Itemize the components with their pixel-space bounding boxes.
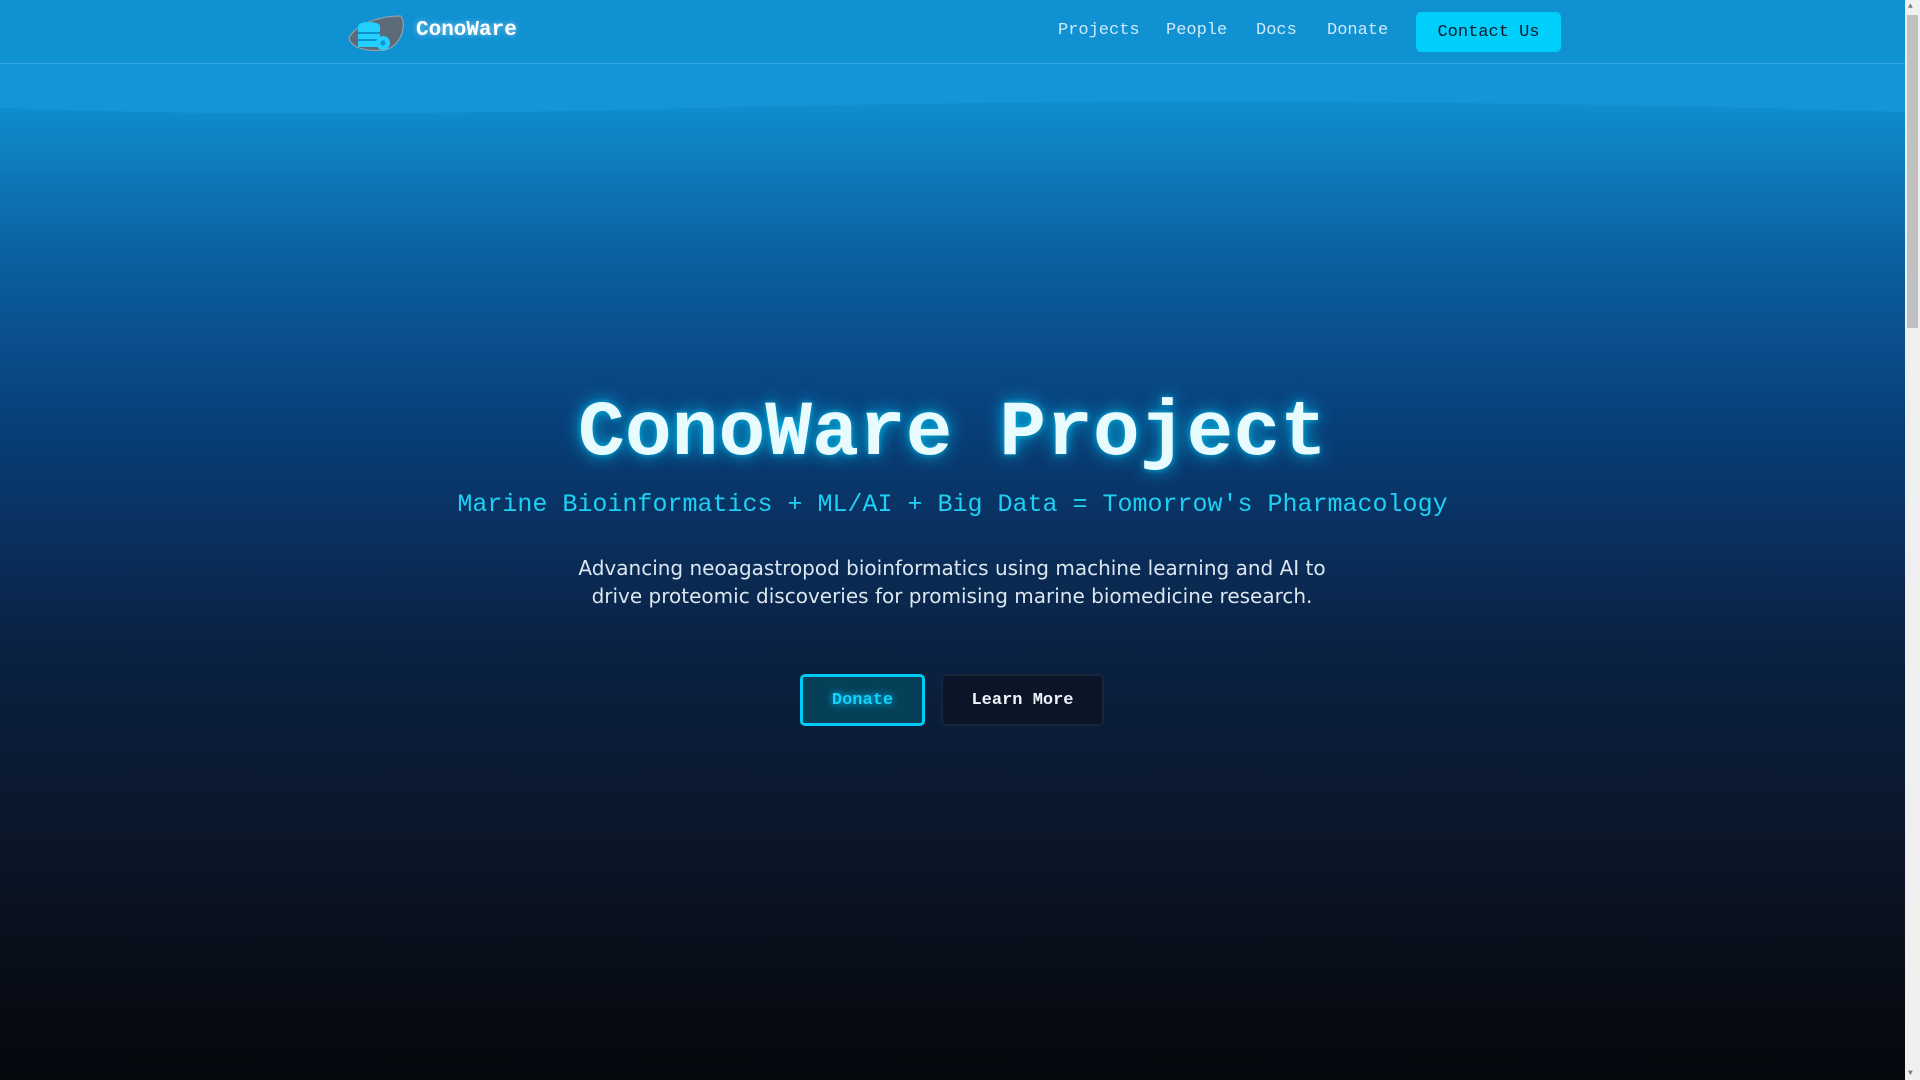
brand-name[interactable]: ConoWare [416, 19, 517, 42]
logo-icon[interactable] [345, 12, 407, 54]
donate-button[interactable]: Donate [800, 674, 925, 726]
nav-docs[interactable]: Docs [1256, 21, 1297, 40]
learn-more-button[interactable]: Learn More [941, 674, 1104, 726]
scroll-down-icon[interactable]: ▼ [1908, 1069, 1913, 1078]
nav-people[interactable]: People [1166, 21, 1227, 40]
contact-us-button[interactable]: Contact Us [1416, 12, 1561, 52]
page: ConoWare Projects People Docs Donate Con… [0, 0, 1905, 1080]
header: ConoWare Projects People Docs Donate Con… [0, 0, 1905, 64]
scrollbar-thumb[interactable] [1907, 15, 1918, 328]
hero-description: Advancing neoagastropod bioinformatics u… [578, 556, 1326, 608]
hero-subtitle: Marine Bioinformatics + ML/AI + Big Data… [457, 490, 1448, 519]
nav-projects[interactable]: Projects [1058, 21, 1140, 40]
scrollbar[interactable]: ▲ ▼ [1905, 0, 1920, 1080]
wave-decoration [0, 64, 1905, 114]
hero-title: ConoWare Project [578, 390, 1327, 478]
nav-donate[interactable]: Donate [1327, 21, 1388, 40]
scroll-up-icon[interactable]: ▲ [1908, 2, 1913, 11]
